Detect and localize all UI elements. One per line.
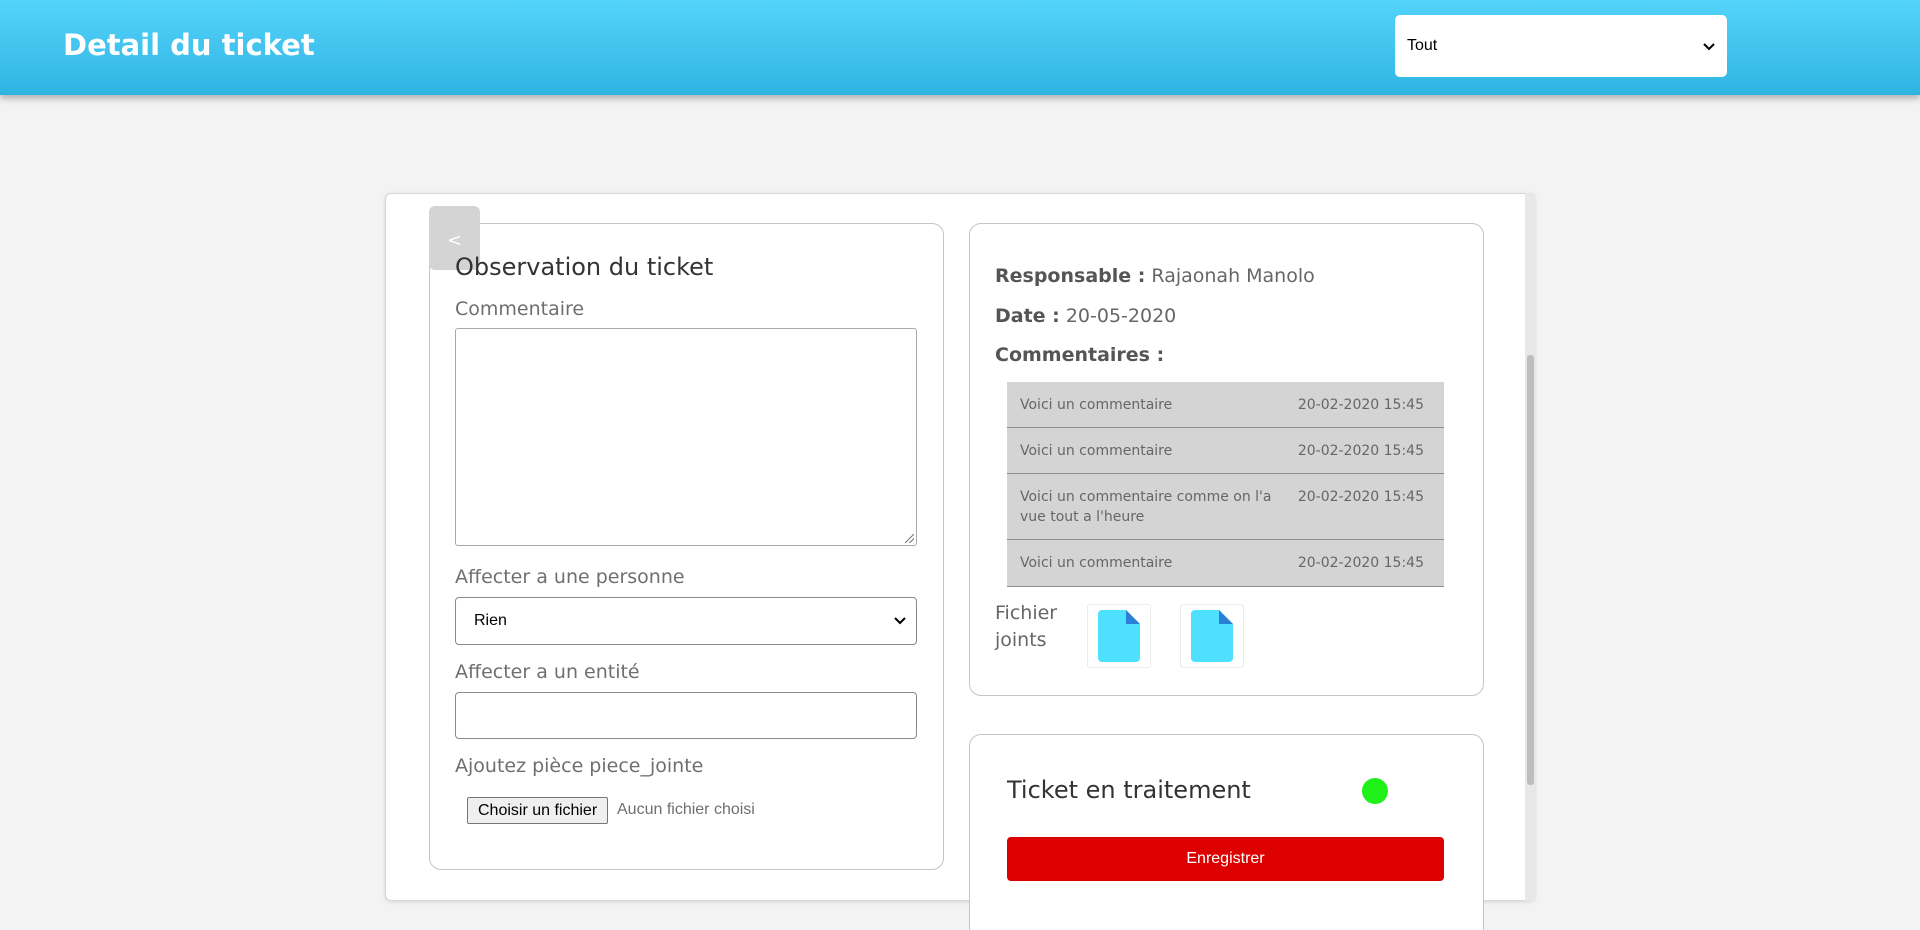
responsable-line: Responsable : Rajaonah Manolo <box>995 265 1315 287</box>
status-indicator-icon <box>1362 778 1388 804</box>
responsable-value: Rajaonah Manolo <box>1151 265 1315 287</box>
assign-entity-label: Affecter a un entité <box>455 661 640 683</box>
comment-datetime: 20-02-2020 15:45 <box>1297 555 1424 571</box>
page-title: Detail du ticket <box>63 28 315 62</box>
comment-text: Voici un commentaire comme on l'a vue to… <box>1020 489 1272 525</box>
comment-textarea[interactable] <box>455 328 917 546</box>
comments-heading: Commentaires : <box>995 344 1165 366</box>
comments-list: Voici un commentaire 20-02-2020 15:45 Vo… <box>1007 382 1444 587</box>
assign-person-label: Affecter a une personne <box>455 566 685 588</box>
scrollbar-thumb[interactable] <box>1527 355 1534 785</box>
chevron-down-icon <box>1703 38 1715 54</box>
filter-select[interactable]: Tout <box>1395 15 1727 77</box>
comment-row: Voici un commentaire 20-02-2020 15:45 <box>1007 382 1444 428</box>
comment-row: Voici un commentaire 20-02-2020 15:45 <box>1007 428 1444 474</box>
comment-row: Voici un commentaire 20-02-2020 15:45 <box>1007 540 1444 587</box>
resize-grip-icon[interactable] <box>905 534 914 543</box>
date-label: Date : <box>995 305 1060 327</box>
comment-datetime: 20-02-2020 15:45 <box>1297 396 1424 413</box>
comment-row: Voici un commentaire comme on l'a vue to… <box>1007 474 1444 540</box>
attachment-thumb[interactable] <box>1087 604 1151 668</box>
status-title: Ticket en traitement <box>1007 776 1251 804</box>
comment-datetime: 20-02-2020 15:45 <box>1297 489 1424 505</box>
attachment-label: Ajoutez pièce piece_jointe <box>455 755 704 777</box>
choose-file-button[interactable]: Choisir un fichier <box>467 797 609 824</box>
file-icon <box>1098 610 1140 662</box>
assign-entity-input[interactable] <box>455 692 917 739</box>
comment-text: Voici un commentaire <box>1020 442 1173 459</box>
header-bar: Detail du ticket Tout <box>0 0 1920 95</box>
assign-person-value: Rien <box>474 612 507 629</box>
comment-datetime: 20-02-2020 15:45 <box>1297 442 1424 459</box>
comment-text: Voici un commentaire <box>1020 555 1173 571</box>
comment-label: Commentaire <box>455 298 585 320</box>
file-icon <box>1191 610 1233 662</box>
attachment-thumb[interactable] <box>1180 604 1244 668</box>
attachments-label: Fichier joints <box>995 602 1058 651</box>
chevron-down-icon <box>894 612 906 630</box>
file-status: Aucun fichier choisi <box>617 801 755 818</box>
date-value: 20-05-2020 <box>1065 305 1177 327</box>
save-button[interactable]: Enregistrer <box>1007 837 1444 881</box>
filter-select-value: Tout <box>1407 37 1438 54</box>
observation-title: Observation du ticket <box>455 253 714 281</box>
status-card <box>969 734 1484 930</box>
date-line: Date : 20-05-2020 <box>995 305 1176 327</box>
assign-person-select[interactable]: Rien <box>455 597 917 645</box>
responsable-label: Responsable : <box>995 265 1146 287</box>
comment-text: Voici un commentaire <box>1020 396 1173 413</box>
